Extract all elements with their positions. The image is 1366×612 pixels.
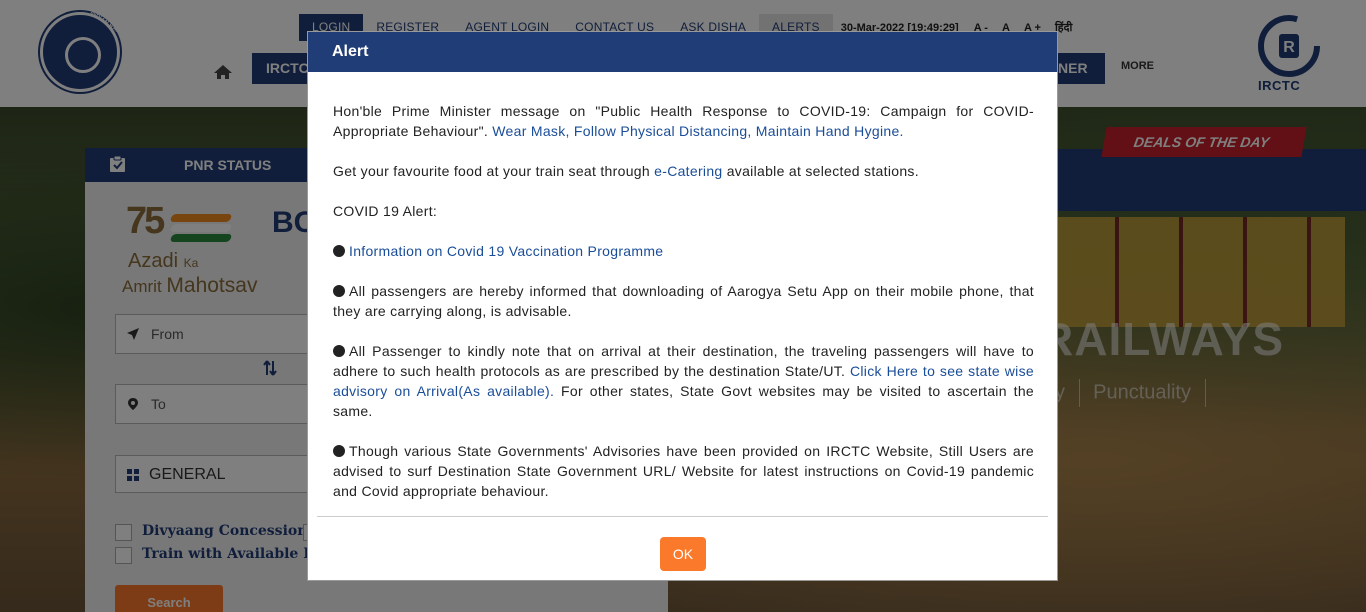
alert-modal-title: Alert bbox=[332, 43, 369, 60]
alert-modal-header: Alert bbox=[308, 32, 1057, 72]
bullet-icon bbox=[333, 445, 345, 457]
alert-modal: Alert Hon'ble Prime Minister message on … bbox=[307, 31, 1058, 581]
wear-mask-link[interactable]: Wear Mask, Follow Physical Distancing, M… bbox=[492, 123, 903, 139]
state-advisories-text: Though various State Governments' Adviso… bbox=[333, 443, 1034, 499]
ok-button[interactable]: OK bbox=[660, 537, 706, 571]
alert-paragraph: Hon'ble Prime Minister message on "Publi… bbox=[333, 101, 1034, 141]
modal-divider bbox=[317, 516, 1048, 517]
alert-paragraph: COVID 19 Alert: bbox=[333, 201, 1034, 221]
alert-paragraph: Get your favourite food at your train se… bbox=[333, 161, 1034, 181]
bullet-icon bbox=[333, 245, 345, 257]
alert-paragraph: Though various State Governments' Adviso… bbox=[333, 441, 1034, 501]
alert-paragraph: Information on Covid 19 Vaccination Prog… bbox=[333, 241, 1034, 261]
aarogya-setu-text: All passengers are hereby informed that … bbox=[333, 283, 1034, 319]
alert-modal-body: Hon'ble Prime Minister message on "Publi… bbox=[333, 101, 1034, 521]
catering-text-end: available at selected stations. bbox=[722, 163, 919, 179]
e-catering-link[interactable]: e-Catering bbox=[654, 163, 722, 179]
alert-paragraph: All passengers are hereby informed that … bbox=[333, 281, 1034, 321]
catering-text: Get your favourite food at your train se… bbox=[333, 163, 655, 179]
bullet-icon bbox=[333, 345, 345, 357]
alert-paragraph: All Passenger to kindly note that on arr… bbox=[333, 341, 1034, 421]
bullet-icon bbox=[333, 285, 345, 297]
vaccination-info-link[interactable]: Information on Covid 19 Vaccination Prog… bbox=[349, 243, 663, 259]
covid-alert-heading: COVID 19 Alert: bbox=[333, 203, 438, 219]
